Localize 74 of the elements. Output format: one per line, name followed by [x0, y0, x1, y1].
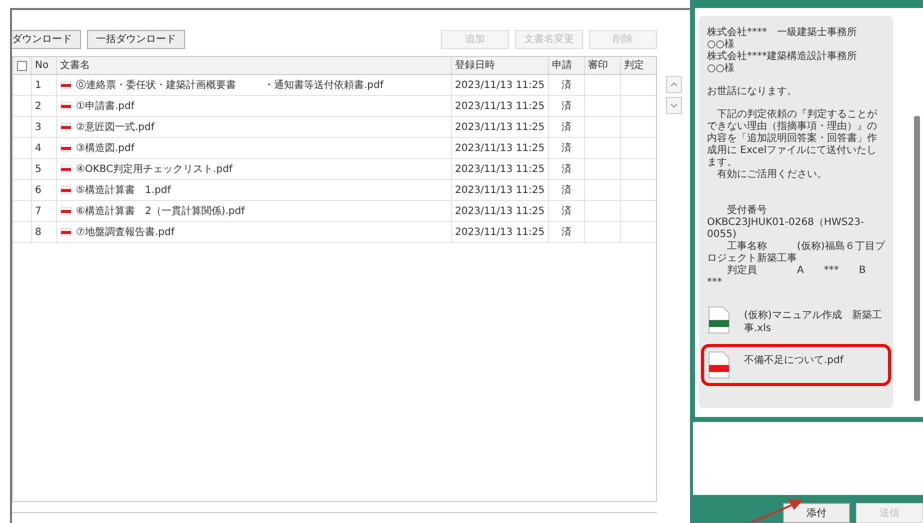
pdf-file-icon [61, 165, 71, 173]
registration-date: 2023/11/13 11:25 [455, 120, 545, 134]
toolbar-button[interactable]: ダウンロード [12, 30, 81, 49]
column-header: 申請 [552, 58, 572, 73]
document-name[interactable]: ⑦地盤調査報告書.pdf [76, 224, 174, 240]
pdf-file-icon [61, 144, 71, 152]
applied-status: 済 [562, 100, 572, 114]
pdf-file-icon [61, 123, 71, 131]
document-name[interactable]: ⑥構造計算書 2（一貫計算関係).pdf [76, 204, 245, 218]
chevron-down-icon [670, 103, 678, 108]
document-name[interactable]: ②意匠図一式.pdf [76, 120, 154, 134]
column-header: 文書名 [60, 58, 90, 73]
row-number: 3 [35, 120, 42, 134]
applied-status: 済 [562, 162, 572, 176]
attachment-name[interactable]: 不備不足について.pdf [744, 351, 844, 367]
document-icon [708, 351, 730, 379]
select-all-checkbox[interactable] [17, 60, 27, 70]
document-name[interactable]: ④OKBC判定用チェックリスト.pdf [76, 162, 232, 176]
row-number: 8 [35, 226, 42, 240]
column-header: 判定 [624, 58, 644, 73]
message-line: OKBC23JHUK01-0268（HWS23-0055) [707, 217, 866, 240]
toolbar-button[interactable]: 一括ダウンロード [87, 30, 185, 49]
pdf-file-icon [61, 228, 71, 236]
attachment-name[interactable]: (仮称)マニュアル作成 新築工事.xls [744, 306, 884, 335]
document-name[interactable]: ⑤構造計算書 1.pdf [76, 182, 171, 198]
message-line: 工事名称 (仮称)福島６丁目プロジェクト新築工事 [707, 241, 885, 264]
row-number: 4 [35, 142, 42, 156]
pdf-file-icon [61, 207, 71, 215]
row-number: 5 [35, 162, 42, 176]
message-line: 判定員 A *** B *** [707, 265, 867, 289]
message-line: 有効にご活用ください。 [716, 169, 828, 181]
column-header: 登録日時 [455, 58, 495, 73]
document-icon [708, 306, 730, 334]
move-up-button[interactable] [666, 76, 682, 93]
message-line: 下記の判定依頼の『判定することができない理由（指摘事項・理由）』の内容を「追加説明回答案・回答書」作成用に Excelファイルにて送付いたします。 [707, 109, 878, 168]
row-number: 7 [35, 204, 42, 218]
pdf-file-icon [61, 81, 71, 89]
registration-date: 2023/11/13 11:25 [455, 204, 545, 218]
message-line: 株式会社****建築構造設計事務所 [707, 51, 858, 62]
registration-date: 2023/11/13 11:25 [455, 162, 545, 176]
registration-date: 2023/11/13 11:25 [455, 142, 545, 156]
attach-button[interactable]: 添付 [783, 503, 850, 523]
message-line: ○○様 [707, 39, 736, 50]
scrollbar-thumb[interactable] [914, 116, 920, 401]
applied-status: 済 [562, 184, 572, 198]
arrow-icon [748, 497, 804, 523]
pdf-file-icon [61, 186, 71, 194]
registration-date: 2023/11/13 11:25 [455, 78, 545, 92]
message-line: 株式会社**** 一級建築士事務所 [707, 27, 858, 38]
move-down-button[interactable] [666, 97, 682, 114]
registration-date: 2023/11/13 11:25 [455, 226, 545, 240]
attachment[interactable]: (仮称)マニュアル作成 新築工事.xls [701, 299, 891, 342]
message-line: ○○様 [707, 63, 736, 75]
message-input[interactable] [693, 422, 923, 495]
document-name[interactable]: ①申請書.pdf [76, 98, 134, 114]
column-header: No [35, 59, 49, 73]
applied-status: 済 [562, 120, 572, 134]
registration-date: 2023/11/13 11:25 [455, 100, 545, 114]
column-header: 審印 [588, 58, 608, 73]
row-number: 6 [35, 184, 42, 198]
applied-status: 済 [562, 226, 572, 240]
registration-date: 2023/11/13 11:25 [455, 184, 545, 198]
attachment[interactable]: 不備不足について.pdf [701, 344, 891, 386]
document-name[interactable]: ③構造図.pdf [76, 140, 134, 156]
message-line: お世話になります。 [707, 86, 798, 98]
pdf-file-icon [61, 102, 71, 110]
message-line: 受付番号 [726, 205, 768, 217]
applied-status: 済 [562, 204, 572, 218]
row-number: 1 [35, 78, 42, 92]
applied-status: 済 [562, 78, 572, 92]
applied-status: 済 [562, 142, 572, 156]
document-name[interactable]: ⓪連絡票・委任状・建築計画概要書 ・通知書等送付依頼書.pdf [76, 78, 384, 92]
chevron-up-icon [670, 82, 678, 87]
row-number: 2 [35, 100, 42, 114]
